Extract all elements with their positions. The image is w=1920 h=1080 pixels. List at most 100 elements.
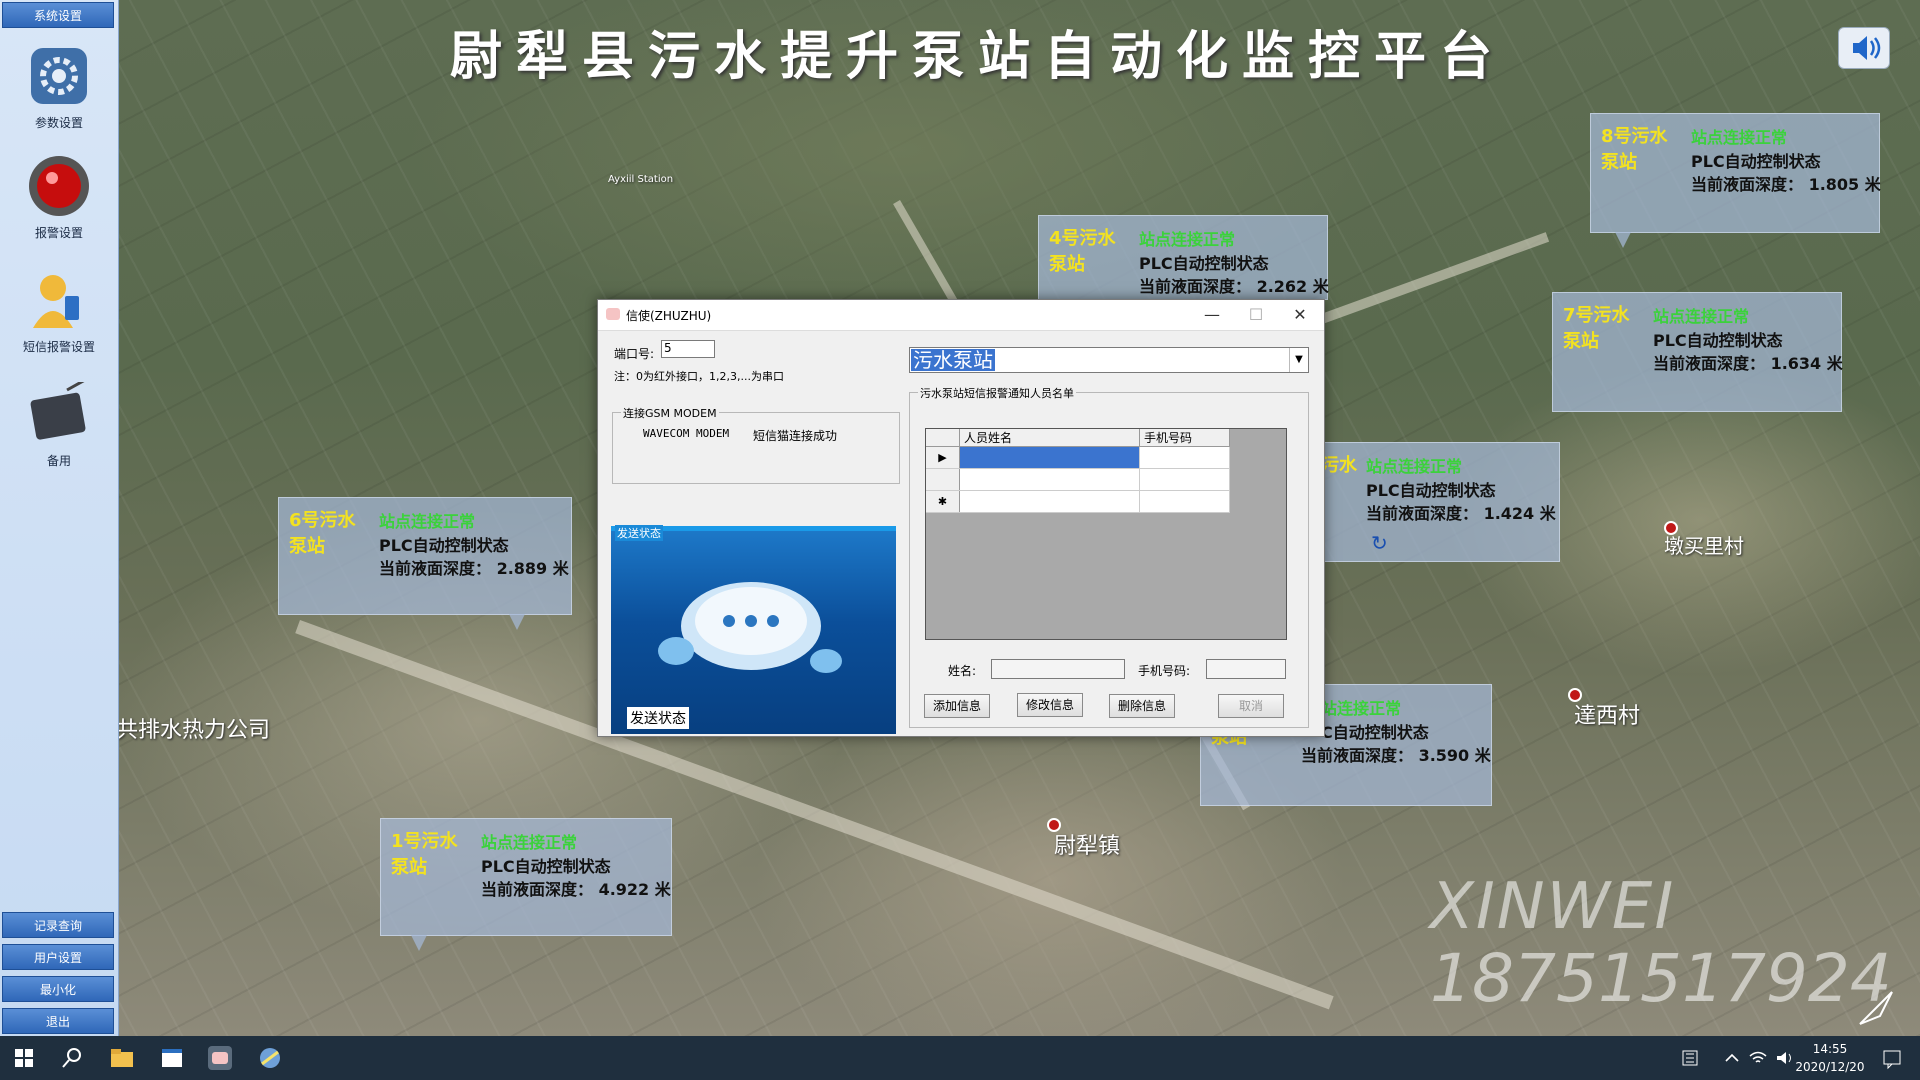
phone-input[interactable] bbox=[1206, 659, 1286, 679]
input-method-icon[interactable] bbox=[1676, 1044, 1704, 1072]
card-pointer bbox=[509, 614, 525, 630]
station-select[interactable]: 污水泵站 ▼ bbox=[909, 347, 1309, 373]
table-row[interactable]: ▶ bbox=[926, 447, 1230, 469]
messenger-app-icon[interactable] bbox=[206, 1044, 234, 1072]
records-button[interactable]: 记录查询 bbox=[2, 912, 114, 938]
window-app-icon[interactable] bbox=[158, 1044, 186, 1072]
watermark-name: XINWEI bbox=[1430, 870, 1676, 944]
sidebar-item-sms[interactable]: 短信报警设置 bbox=[0, 268, 118, 355]
station-name: 8号污水泵站 bbox=[1601, 126, 1668, 173]
sidebar-item-label: 备用 bbox=[46, 454, 71, 468]
refresh-icon: ↻ bbox=[1371, 531, 1388, 555]
station-depth: 当前液面深度： 3.590 米 bbox=[1301, 746, 1491, 765]
cell-name[interactable] bbox=[960, 491, 1140, 512]
cell-name[interactable] bbox=[960, 469, 1140, 490]
road-label: Ayxiil Station bbox=[608, 174, 674, 185]
town-label: 尉犁镇 bbox=[1054, 834, 1121, 859]
table-corner bbox=[926, 429, 960, 447]
station-name: 1号污水泵站 bbox=[391, 831, 458, 878]
gear-icon bbox=[27, 44, 91, 108]
cancel-button[interactable]: 取消 bbox=[1218, 694, 1284, 718]
dialog-titlebar[interactable]: 信使(ZHUZHU) — ☐ ✕ bbox=[598, 300, 1324, 331]
edit-info-button[interactable]: 修改信息 bbox=[1017, 693, 1083, 717]
messenger-dialog: 信使(ZHUZHU) — ☐ ✕ 端口号: 5 注：0为红外接口，1,2,3,.… bbox=[597, 299, 1325, 737]
sidebar-item-label: 报警设置 bbox=[34, 226, 83, 240]
search-icon[interactable] bbox=[58, 1044, 86, 1072]
station-card-1[interactable]: 1号污水泵站 站点连接正常 PLC自动控制状态 当前液面深度： 4.922 米 bbox=[380, 818, 672, 951]
modem-group-title: 连接GSM MODEM bbox=[621, 405, 719, 421]
notification-icon[interactable] bbox=[1878, 1044, 1906, 1072]
minimize-window-button[interactable]: — bbox=[1190, 300, 1234, 330]
row-marker bbox=[926, 469, 960, 490]
delete-info-button[interactable]: 删除信息 bbox=[1109, 694, 1175, 718]
cell-phone[interactable] bbox=[1140, 469, 1230, 490]
port-label: 端口号: bbox=[614, 347, 655, 361]
chevron-down-icon[interactable]: ▼ bbox=[1289, 348, 1308, 372]
cell-phone[interactable] bbox=[1140, 491, 1230, 512]
file-explorer-icon[interactable] bbox=[108, 1044, 136, 1072]
station-status: 站点连接正常 bbox=[481, 833, 578, 852]
station-status: 站连接正常 bbox=[1321, 699, 1402, 718]
phone-label: 手机号码: bbox=[1138, 664, 1191, 678]
send-status-title: 发送状态 bbox=[615, 525, 663, 541]
modem-status: 短信猫连接成功 bbox=[753, 429, 838, 443]
user-settings-button[interactable]: 用户设置 bbox=[2, 944, 114, 970]
chat-bubble-icon bbox=[658, 582, 842, 673]
send-status-panel: 发送状态 发送状态 bbox=[611, 525, 896, 734]
card-pointer bbox=[411, 935, 427, 951]
village-label: 達西村 bbox=[1574, 704, 1641, 729]
station-plc: PLC自动控制状态 bbox=[1691, 152, 1821, 171]
company-label: 共排水热力公司 bbox=[116, 718, 271, 743]
close-window-button[interactable]: ✕ bbox=[1278, 300, 1322, 330]
station-card-4[interactable]: 4号污水泵站 站点连接正常 PLC自动控制状态 当前液面深度： 2.262 米 bbox=[1038, 215, 1329, 300]
speaker-icon[interactable] bbox=[1838, 27, 1890, 69]
exit-button[interactable]: 退出 bbox=[2, 1008, 114, 1034]
sidebar-item-params[interactable]: 参数设置 bbox=[0, 44, 118, 131]
name-label: 姓名: bbox=[948, 664, 977, 678]
station-card-6[interactable]: 6号污水泵站 站点连接正常 PLC自动控制状态 当前液面深度： 2.889 米 bbox=[278, 497, 572, 630]
alarm-light-icon bbox=[27, 154, 91, 218]
tablet-pen-icon bbox=[27, 378, 91, 446]
table-row[interactable] bbox=[926, 469, 1230, 491]
station-plc: PLC自动控制状态 bbox=[1366, 481, 1496, 500]
sidebar-item-label: 短信报警设置 bbox=[22, 340, 95, 354]
station-depth: 当前液面深度： 1.805 米 bbox=[1691, 175, 1881, 194]
station-plc: PLC自动控制状态 bbox=[379, 536, 509, 555]
page-title: 尉犁县污水提升泵站自动化监控平台 bbox=[450, 27, 1507, 87]
sidebar-item-label: 参数设置 bbox=[34, 116, 83, 130]
station-name: 6号污水泵站 bbox=[289, 510, 356, 557]
wifi-icon[interactable] bbox=[1744, 1044, 1772, 1072]
chevron-up-icon[interactable] bbox=[1718, 1044, 1746, 1072]
cell-name[interactable] bbox=[960, 447, 1140, 468]
sidebar-item-alarm[interactable]: 报警设置 bbox=[0, 154, 118, 241]
village-label: 墩买里村 bbox=[1664, 534, 1744, 558]
clock[interactable]: 14:55 2020/12/20 bbox=[1790, 1040, 1870, 1076]
monitor-app-icon[interactable] bbox=[256, 1044, 284, 1072]
station-plc: PLC自动控制状态 bbox=[481, 857, 611, 876]
name-input[interactable] bbox=[991, 659, 1125, 679]
station-name: 4号污水泵站 bbox=[1049, 228, 1116, 275]
table-row-new[interactable]: ✱ bbox=[926, 491, 1230, 513]
station-card-7[interactable]: 7号污水泵站 站点连接正常 PLC自动控制状态 当前液面深度： 1.634 米 bbox=[1552, 292, 1843, 412]
column-header-name[interactable]: 人员姓名 bbox=[960, 429, 1140, 447]
column-header-phone[interactable]: 手机号码 bbox=[1140, 429, 1230, 447]
card-pointer bbox=[1615, 232, 1631, 248]
maximize-window-button[interactable]: ☐ bbox=[1234, 300, 1278, 330]
station-name: 7号污水泵站 bbox=[1563, 305, 1630, 352]
port-note: 注：0为红外接口，1,2,3,...为串口 bbox=[614, 370, 784, 383]
station-card-8[interactable]: 8号污水泵站 站点连接正常 PLC自动控制状态 当前液面深度： 1.805 米 bbox=[1590, 113, 1881, 248]
sidebar-item-spare[interactable]: 备用 bbox=[0, 378, 118, 469]
station-plc: C自动控制状态 bbox=[1321, 723, 1429, 742]
system-settings-button[interactable]: 系统设置 bbox=[2, 2, 114, 28]
station-depth: 当前液面深度： 1.424 米 bbox=[1366, 504, 1556, 523]
compass-icon[interactable] bbox=[1856, 988, 1896, 1028]
windows-start-icon[interactable] bbox=[10, 1044, 38, 1072]
port-input[interactable]: 5 bbox=[661, 340, 715, 358]
station-status: 站点连接正常 bbox=[1691, 128, 1788, 147]
contacts-table[interactable]: 人员姓名 手机号码 ▶ ✱ bbox=[925, 428, 1287, 640]
cell-phone[interactable] bbox=[1140, 447, 1230, 468]
station-status: 站点连接正常 bbox=[379, 512, 476, 531]
taskbar: 14:55 2020/12/20 bbox=[0, 1036, 1920, 1080]
minimize-button[interactable]: 最小化 bbox=[2, 976, 114, 1002]
add-info-button[interactable]: 添加信息 bbox=[924, 694, 990, 718]
